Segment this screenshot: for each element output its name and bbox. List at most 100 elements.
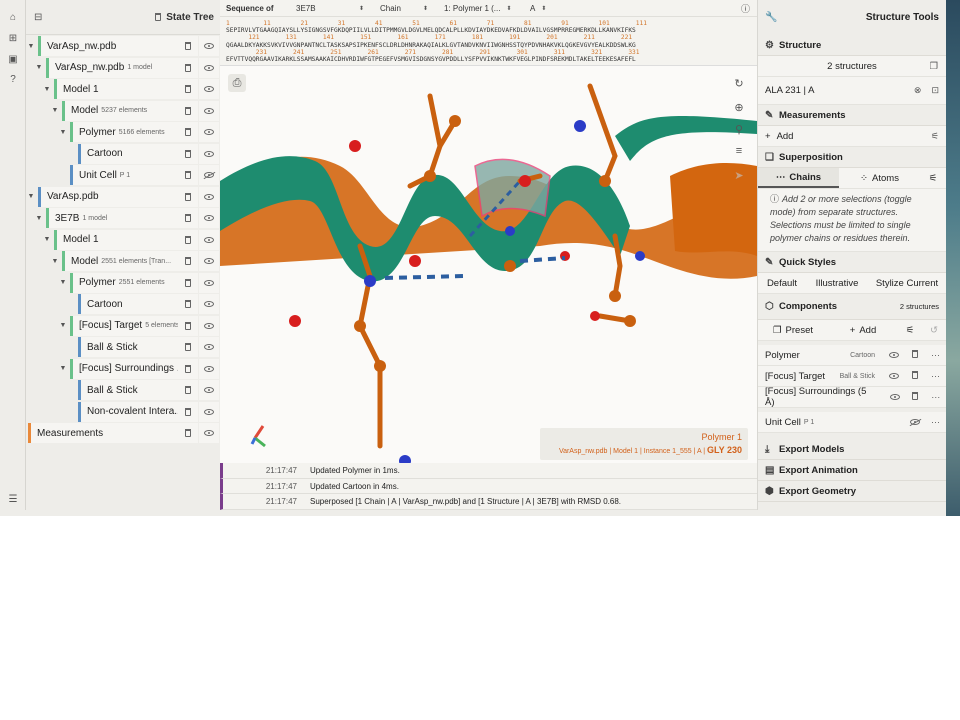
settings-icon[interactable]: ☰	[7, 494, 19, 506]
expand-caret-icon[interactable]: ▼	[42, 236, 52, 243]
zoom-icon[interactable]: ⚲	[730, 120, 748, 138]
tree-node-label[interactable]: Non-covalent Intera...	[78, 401, 178, 422]
tree-node-label[interactable]: Ball & Stick	[78, 380, 178, 400]
visibility-toggle[interactable]	[199, 294, 219, 314]
current-selection[interactable]: ALA 231 | A ⊗ ⊡	[758, 77, 946, 105]
tree-node[interactable]: ▼ Model 1	[26, 229, 220, 250]
tree-node[interactable]: Cartoon	[26, 143, 220, 164]
delete-component-button[interactable]	[904, 350, 925, 360]
copy-icon[interactable]: ❐	[929, 61, 938, 72]
expand-caret-icon[interactable]: ▼	[50, 258, 60, 265]
chain-select[interactable]: A ⬍	[530, 4, 560, 13]
tab-atoms[interactable]: ⁘ Atoms	[839, 168, 920, 188]
molecule-render[interactable]	[220, 66, 757, 463]
tree-node-label[interactable]: Cartoon	[78, 294, 178, 314]
clear-selection-icon[interactable]: ⊗	[914, 85, 922, 96]
delete-node-button[interactable]	[178, 337, 198, 357]
sequence-line[interactable]: QGAALDKYAKKSVKVIVVGNPANTNCLTASKSAPSIPKEN…	[226, 42, 751, 49]
delete-node-button[interactable]	[178, 272, 198, 293]
delete-node-button[interactable]	[178, 79, 198, 99]
tree-structure-icon[interactable]: ⊟	[34, 12, 42, 23]
tree-node[interactable]: ▼ VarAsp.pdb	[26, 186, 220, 207]
visibility-toggle[interactable]	[199, 423, 219, 443]
expand-caret-icon[interactable]: ▼	[58, 322, 68, 329]
add-component-button[interactable]: + Add	[828, 320, 898, 340]
tree-node[interactable]: Cartoon	[26, 294, 220, 314]
undo-icon[interactable]: ↺	[922, 320, 946, 340]
visibility-toggle[interactable]	[199, 358, 219, 379]
tree-node[interactable]: ▼ VarAsp_nw.pdb 1 model	[26, 57, 220, 78]
tree-node[interactable]: ▼ [Focus] Surroundings ...	[26, 358, 220, 379]
more-icon[interactable]: ⋯	[925, 371, 946, 382]
components-options[interactable]: ⚟	[898, 320, 922, 340]
home-icon[interactable]: ⌂	[7, 12, 19, 24]
tree-node-label[interactable]: VarAsp.pdb	[38, 186, 178, 207]
tree-icon[interactable]: ⊞	[7, 33, 19, 45]
help-icon[interactable]: ?	[7, 74, 19, 86]
delete-node-button[interactable]	[178, 423, 198, 443]
tree-node[interactable]: ▼ Model 5237 elements	[26, 100, 220, 121]
visibility-toggle[interactable]	[199, 143, 219, 164]
visibility-toggle[interactable]	[199, 79, 219, 99]
camera-icon[interactable]: ⊕	[730, 98, 748, 116]
visibility-toggle[interactable]	[199, 380, 219, 400]
structure-select[interactable]: 3E7B ⬍	[296, 4, 372, 13]
tab-chains[interactable]: ⋯ Chains	[758, 168, 839, 188]
tree-node[interactable]: Ball & Stick	[26, 337, 220, 357]
component-row[interactable]: Polymer Cartoon ⋯	[758, 345, 946, 366]
expand-caret-icon[interactable]: ▼	[26, 193, 36, 200]
tree-node[interactable]: ▼ Model 2551 elements [Tran...	[26, 251, 220, 271]
delete-node-button[interactable]	[178, 36, 198, 56]
delete-node-button[interactable]	[178, 143, 198, 164]
visibility-toggle[interactable]	[883, 371, 904, 381]
visibility-toggle[interactable]	[199, 229, 219, 250]
delete-node-button[interactable]	[178, 122, 198, 142]
default-style-button[interactable]: Default	[758, 273, 806, 293]
tree-node-label[interactable]: Unit Cell P 1	[70, 165, 178, 185]
sequence-line[interactable]: SEPIRVLVTGAAGQIAYSLLYSIGNGSVFGKDQPIILVLL…	[226, 27, 751, 34]
tree-node[interactable]: Non-covalent Intera...	[26, 401, 220, 422]
tree-node-label[interactable]: [Focus] Target 5 elements	[70, 315, 178, 336]
visibility-toggle[interactable]	[199, 208, 219, 228]
superposition-section-header[interactable]: ❏ Superposition	[758, 147, 946, 168]
visibility-toggle[interactable]	[199, 100, 219, 121]
focus-icon[interactable]: ⊡	[931, 85, 939, 96]
tree-node-label[interactable]: VarAsp_nw.pdb 1 model	[46, 57, 178, 78]
expand-caret-icon[interactable]: ▼	[58, 129, 68, 136]
tree-node-label[interactable]: Model 1	[54, 229, 178, 250]
component-representation[interactable]: Ball & Stick	[840, 373, 875, 380]
tree-node[interactable]: ▼ Model 1	[26, 79, 220, 99]
delete-node-button[interactable]	[178, 380, 198, 400]
expand-caret-icon[interactable]: ▼	[58, 279, 68, 286]
help-circle-icon[interactable]: ⓘ	[741, 2, 750, 15]
tree-node[interactable]: Unit Cell P 1	[26, 165, 220, 185]
visibility-toggle[interactable]	[883, 350, 904, 360]
export-models-button[interactable]: ⤓ Export Models	[758, 439, 946, 460]
trash-icon[interactable]	[155, 12, 162, 21]
save-icon[interactable]: ▣	[7, 54, 19, 66]
expand-caret-icon[interactable]: ▼	[42, 86, 52, 93]
tree-node[interactable]: Measurements	[26, 423, 220, 443]
visibility-toggle[interactable]	[199, 337, 219, 357]
visibility-toggle[interactable]	[884, 392, 905, 402]
stylize-current-button[interactable]: Stylize Current	[868, 273, 946, 293]
sequence-text[interactable]: 1 11 21 31 41 51 61 71 81 91 101 111 SEPI…	[220, 17, 757, 65]
delete-node-button[interactable]	[178, 165, 198, 185]
sequence-line[interactable]: EFVTTVQQRGAAVIKARKLSSAMSAAKAICDHVRDIWFGT…	[226, 56, 751, 63]
structure-section-header[interactable]: ⚙ Structure	[758, 35, 946, 56]
superposition-options[interactable]: ⚟	[920, 168, 946, 188]
measurements-section-header[interactable]: ✎ Measurements	[758, 105, 946, 126]
tree-node[interactable]: ▼ Polymer 5166 elements	[26, 122, 220, 142]
expand-caret-icon[interactable]: ▼	[34, 64, 44, 71]
visibility-toggle[interactable]	[199, 57, 219, 78]
visibility-toggle[interactable]	[199, 251, 219, 271]
delete-node-button[interactable]	[178, 208, 198, 228]
component-representation[interactable]: Cartoon	[850, 352, 875, 359]
visibility-toggle[interactable]	[199, 165, 219, 185]
tree-node-label[interactable]: VarAsp_nw.pdb	[38, 36, 178, 56]
tree-node-label[interactable]: Cartoon	[78, 143, 178, 164]
visibility-toggle[interactable]	[199, 315, 219, 336]
expand-caret-icon[interactable]: ▼	[58, 365, 68, 372]
delete-node-button[interactable]	[178, 401, 198, 422]
tree-node-label[interactable]: 3E7B 1 model	[46, 208, 178, 228]
